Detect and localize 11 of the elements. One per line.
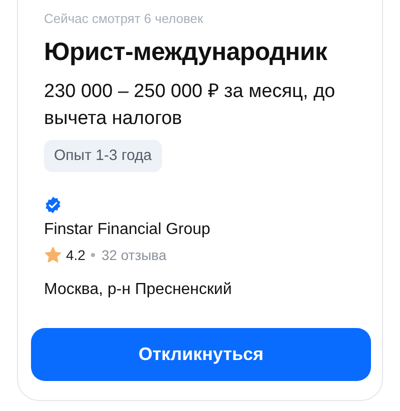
reviews-link[interactable]: 32 отзыва (101, 246, 166, 264)
company-name[interactable]: Finstar Financial Group (44, 220, 356, 240)
location-text: Москва, р-н Пресненский (44, 280, 233, 300)
job-title: Юрист-международник (44, 37, 328, 67)
separator-dot-icon (91, 253, 96, 257)
apply-button[interactable]: Откликнуться (31, 328, 371, 381)
salary-text: 230 000 – 250 000 ₽ за месяц, до вычета налогов (44, 80, 336, 131)
viewers-count: Сейчас смотрят 6 человек (44, 10, 204, 28)
experience-badge: Опыт 1-3 года (44, 140, 162, 172)
rating-value: 4.2 (66, 246, 86, 264)
star-icon (44, 246, 62, 264)
